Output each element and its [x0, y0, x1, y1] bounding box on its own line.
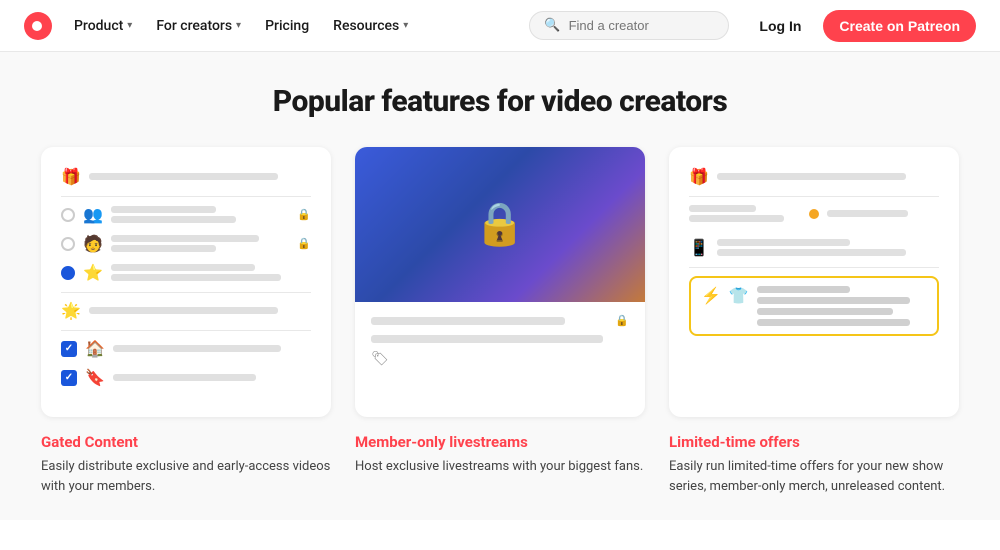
lto-row-3: 📱	[689, 238, 939, 257]
lto-bars-4	[717, 239, 939, 256]
bars-3	[111, 264, 311, 281]
tier-row-6: ✓ 🔖	[61, 368, 311, 387]
bars-6	[113, 374, 311, 381]
radio-button-2[interactable]	[61, 237, 75, 251]
placeholder-bars	[89, 173, 311, 180]
search-input[interactable]	[569, 18, 709, 33]
chevron-down-icon: ▾	[236, 20, 241, 31]
tier-gift-row: 🎁	[61, 167, 311, 186]
nav-creators-label: For creators	[156, 18, 232, 34]
patreon-logo-icon	[24, 12, 52, 40]
chevron-down-icon: ▾	[403, 20, 408, 31]
bars-4	[89, 307, 311, 314]
gated-content-card: 🎁 👥 🔒 🧑	[41, 147, 331, 417]
radio-button-3-selected[interactable]	[61, 266, 75, 280]
video-bar-1	[371, 317, 565, 325]
navbar: Product ▾ For creators ▾ Pricing Resourc…	[0, 0, 1000, 52]
limited-offers-card: 🎁 📱	[669, 147, 959, 417]
bars-5	[113, 345, 311, 352]
features-row: Gated Content Easily distribute exclusiv…	[40, 433, 960, 496]
nav-resources-label: Resources	[333, 18, 399, 34]
nav-items: Product ▾ For creators ▾ Pricing Resourc…	[64, 12, 418, 40]
bookmark-icon: 🔖	[85, 368, 105, 387]
video-bar-2	[371, 335, 603, 343]
tier-row-4: 🌟	[61, 301, 311, 320]
stars-icon: 🌟	[61, 301, 81, 320]
tier-row-3: ⭐	[61, 263, 311, 282]
lock-small-icon: 🔒	[615, 314, 629, 327]
create-button[interactable]: Create on Patreon	[823, 10, 976, 42]
lto-bars-2	[689, 205, 801, 222]
mobile-icon: 📱	[689, 238, 709, 257]
lto-row-2	[689, 205, 939, 222]
nav-resources[interactable]: Resources ▾	[323, 12, 418, 40]
checkbox-2[interactable]: ✓	[61, 370, 77, 386]
star-icon: ⭐	[83, 263, 103, 282]
hl-bars	[757, 286, 927, 326]
bars-1	[111, 206, 285, 223]
tier-row-5: ✓ 🏠	[61, 339, 311, 358]
feature-desc-limited: Easily run limited-time offers for your …	[669, 457, 959, 496]
people-icon: 👥	[83, 205, 103, 224]
shirt-icon: 👕	[729, 286, 749, 305]
lock-icon-2: 🔒	[297, 237, 311, 250]
highlighted-offer-row: ⚡ 👕	[689, 276, 939, 336]
person-icon: 🧑	[83, 234, 103, 253]
checkbox-1[interactable]: ✓	[61, 341, 77, 357]
feature-title-livestreams: Member-only livestreams	[355, 433, 645, 451]
chevron-down-icon: ▾	[127, 20, 132, 31]
lto-row-1: 🎁	[689, 167, 939, 186]
nav-product[interactable]: Product ▾	[64, 12, 142, 40]
search-icon: 🔍	[544, 18, 560, 33]
feature-desc-livestreams: Host exclusive livestreams with your big…	[355, 457, 645, 477]
orange-dot	[809, 209, 819, 219]
feature-title-limited: Limited-time offers	[669, 433, 959, 451]
main-content: Popular features for video creators 🎁 👥	[0, 52, 1000, 520]
gift-icon-lto: 🎁	[689, 167, 709, 186]
cards-row: 🎁 👥 🔒 🧑	[40, 147, 960, 417]
lto-bars-1	[717, 173, 939, 180]
bolt-icon: ⚡	[701, 286, 721, 305]
nav-product-label: Product	[74, 18, 123, 34]
radio-button-1[interactable]	[61, 208, 75, 222]
logo[interactable]	[24, 12, 52, 40]
tier-row-1: 👥 🔒	[61, 205, 311, 224]
page-title: Popular features for video creators	[40, 84, 960, 119]
lto-bars-3	[827, 210, 939, 217]
video-form: 🔒 🏷	[355, 302, 645, 379]
nav-pricing-label: Pricing	[265, 18, 309, 34]
feature-gated-content: Gated Content Easily distribute exclusiv…	[41, 433, 331, 496]
lock-icon-video: 🔒	[474, 200, 526, 249]
tier-row-2: 🧑 🔒	[61, 234, 311, 253]
lock-icon-1: 🔒	[297, 208, 311, 221]
search-bar[interactable]: 🔍	[529, 11, 729, 40]
nav-for-creators[interactable]: For creators ▾	[146, 12, 251, 40]
bars-2	[111, 235, 285, 252]
home-icon: 🏠	[85, 339, 105, 358]
tag-icon: 🏷	[371, 351, 629, 367]
livestreams-card: 🔒 🔒 🏷	[355, 147, 645, 417]
login-button[interactable]: Log In	[745, 11, 815, 41]
feature-title-gated: Gated Content	[41, 433, 331, 451]
gift-icon: 🎁	[61, 167, 81, 186]
feature-limited-offers: Limited-time offers Easily run limited-t…	[669, 433, 959, 496]
feature-desc-gated: Easily distribute exclusive and early-ac…	[41, 457, 331, 496]
feature-livestreams: Member-only livestreams Host exclusive l…	[355, 433, 645, 496]
video-thumbnail: 🔒	[355, 147, 645, 302]
nav-pricing[interactable]: Pricing	[255, 12, 319, 40]
video-bar-row-1: 🔒	[371, 314, 629, 327]
